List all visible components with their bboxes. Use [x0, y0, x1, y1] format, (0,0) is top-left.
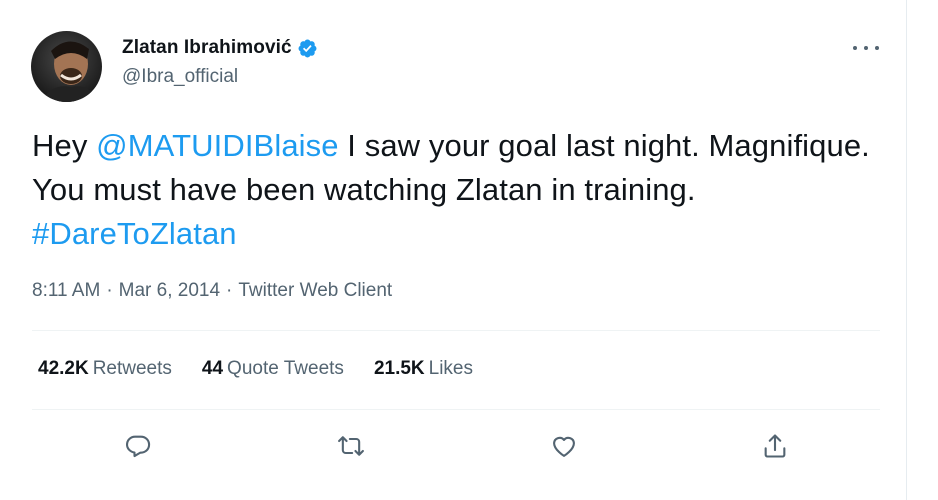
- column-border: [906, 0, 907, 500]
- quote-tweets-label: Quote Tweets: [227, 358, 344, 379]
- divider: [32, 330, 880, 331]
- reply-icon: [125, 435, 151, 458]
- retweets-count: 42.2K: [38, 358, 89, 379]
- tweet-source[interactable]: Twitter Web Client: [238, 280, 392, 301]
- mention-link[interactable]: @MATUIDIBlaise: [96, 128, 338, 163]
- quote-tweets-count: 44: [201, 358, 224, 379]
- retweets-label: Retweets: [92, 358, 172, 379]
- author-handle[interactable]: @Ibra_official: [122, 66, 238, 88]
- tweet-date[interactable]: Mar 6, 2014: [119, 280, 220, 301]
- meta-separator: ·: [106, 280, 113, 301]
- divider: [32, 409, 880, 410]
- like-button[interactable]: [546, 428, 582, 464]
- tweet-meta: 8:11 AM · Mar 6, 2014 · Twitter Web Client: [32, 280, 392, 302]
- avatar[interactable]: [31, 31, 102, 102]
- verified-badge-icon: [297, 38, 318, 59]
- share-icon: [764, 434, 786, 458]
- tweet-text-part: Hey: [32, 128, 97, 163]
- likes-label: Likes: [428, 358, 473, 379]
- author-name[interactable]: Zlatan Ibrahimović: [122, 37, 292, 59]
- retweet-button[interactable]: [333, 428, 369, 464]
- tweet-card: Zlatan Ibrahimović @Ibra_official Hey @M…: [0, 0, 906, 500]
- like-icon: [553, 436, 575, 457]
- tweet-actions: [0, 428, 906, 464]
- likes-stat[interactable]: 21.5K Likes: [374, 358, 473, 380]
- more-icon[interactable]: [853, 40, 879, 56]
- tweet-stats: 42.2K Retweets 44 Quote Tweets 21.5K Likes: [38, 358, 473, 380]
- meta-separator: ·: [226, 280, 233, 301]
- tweet-time[interactable]: 8:11 AM: [32, 280, 100, 301]
- author-name-row: Zlatan Ibrahimović: [122, 37, 318, 59]
- avatar-photo-icon: [31, 31, 102, 102]
- tweet-text: Hey @MATUIDIBlaise I saw your goal last …: [32, 124, 872, 256]
- share-button[interactable]: [757, 428, 793, 464]
- likes-count: 21.5K: [373, 358, 425, 379]
- retweets-stat[interactable]: 42.2K Retweets: [38, 358, 172, 380]
- hashtag-link[interactable]: #DareToZlatan: [32, 216, 237, 251]
- reply-button[interactable]: [120, 428, 156, 464]
- retweet-icon: [338, 436, 364, 456]
- quote-tweets-stat[interactable]: 44 Quote Tweets: [202, 358, 344, 380]
